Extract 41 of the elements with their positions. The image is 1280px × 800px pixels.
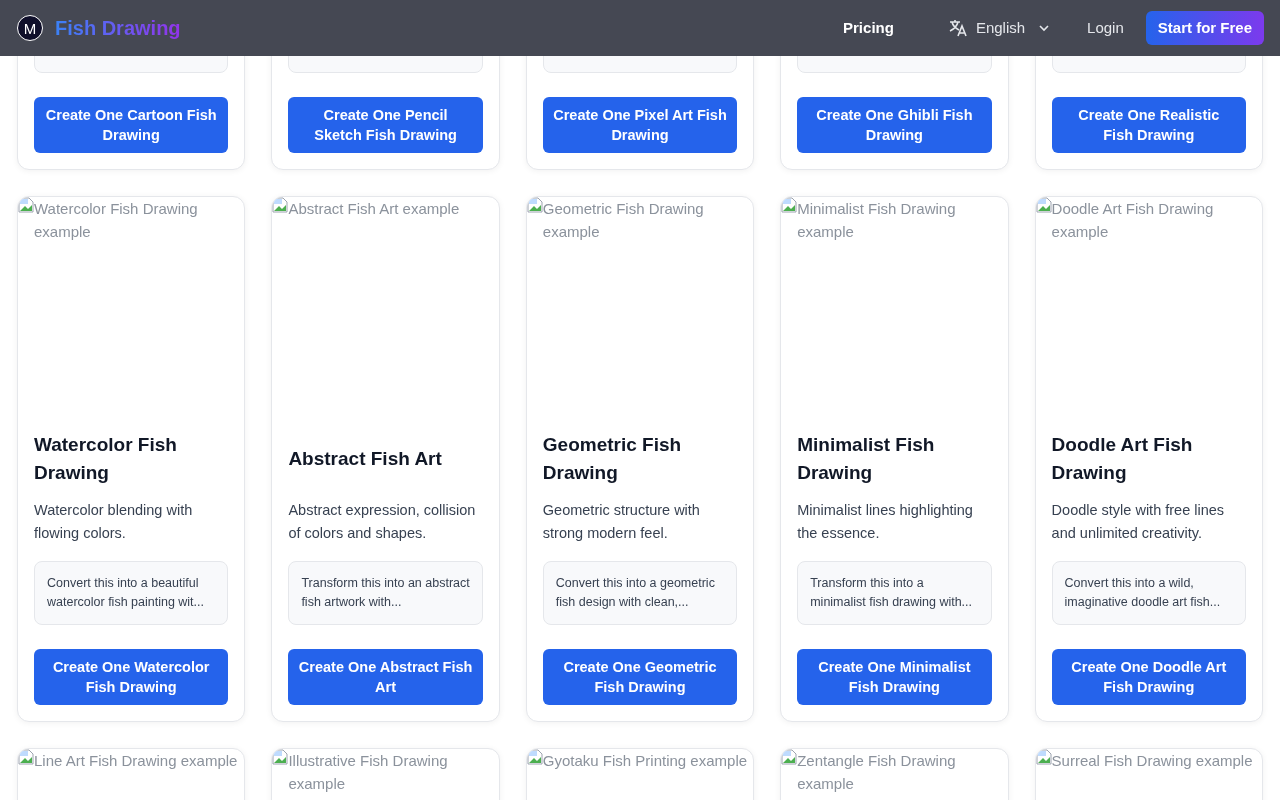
prompt-box: Convert this into a wild, imaginative doodle art fish... <box>1051 561 1246 625</box>
image-alt-text: Illustrative Fish Drawing example <box>288 751 449 794</box>
prompt-box: Convert this into a geometric fish design with clean,... <box>542 561 738 625</box>
image-alt-text: Zentangle Fish Drawing example <box>797 751 957 794</box>
prompt-box: Transform this into an abstract fish artwork with... <box>288 561 483 625</box>
login-button[interactable]: Login <box>1081 15 1130 41</box>
image-alt-text: Line Art Fish Drawing example <box>34 751 238 771</box>
card-description: Abstract expression, collision of colors and shapes. <box>288 501 477 543</box>
card-description: Watercolor blending with flowing colors. <box>34 501 194 543</box>
image-alt-text: Abstract Fish Art example <box>288 199 460 219</box>
image-alt-text: Surreal Fish Drawing example <box>1051 751 1253 771</box>
prompt-box: Convert this into a beautiful watercolor fish painting wit... <box>34 561 229 625</box>
card-title: Minimalist Fish Drawing <box>797 433 936 485</box>
logo[interactable]: M <box>17 15 43 41</box>
card-title: Abstract Fish Art <box>288 447 443 471</box>
nav-link[interactable]: Pricing <box>843 16 894 40</box>
create-button[interactable]: Create One Pencil Sketch Fish Drawing <box>288 97 483 153</box>
language-selector[interactable]: English <box>941 15 1058 41</box>
image-alt-text: Doodle Art Fish Drawing example <box>1051 199 1215 242</box>
image-alt-text: Watercolor Fish Drawing example <box>34 199 199 242</box>
create-button[interactable]: Create One Pixel Art Fish Drawing <box>542 97 738 153</box>
create-button[interactable]: Create One Abstract Fish Art <box>288 649 483 705</box>
image-alt-text: Minimalist Fish Drawing example <box>797 199 957 242</box>
create-button[interactable]: Create One Watercolor Fish Drawing <box>34 649 229 705</box>
create-button[interactable]: Create One Realistic Fish Drawing <box>1051 97 1246 153</box>
image-alt-text: Gyotaku Fish Printing example <box>542 751 748 771</box>
image-alt-text: Geometric Fish Drawing example <box>542 199 705 242</box>
create-button[interactable]: Create One Minimalist Fish Drawing <box>797 649 992 705</box>
start-button[interactable]: Start for Free <box>1145 10 1264 46</box>
card-title: Watercolor Fish Drawing <box>34 433 178 485</box>
create-button[interactable]: Create One Geometric Fish Drawing <box>542 649 738 705</box>
card-title: Doodle Art Fish Drawing <box>1051 433 1194 485</box>
card-title: Geometric Fish Drawing <box>542 433 683 485</box>
translate-icon <box>947 18 968 38</box>
prompt-box: Transform this into a minimalist fish drawing with... <box>797 561 992 625</box>
card-description: Geometric structure with strong modern feel. <box>542 501 701 543</box>
card-description: Minimalist lines highlighting the essence. <box>797 501 974 543</box>
card-description: Doodle style with free lines and unlimited creativity. <box>1051 501 1226 543</box>
create-button[interactable]: Create One Ghibli Fish Drawing <box>797 97 992 153</box>
create-button[interactable]: Create One Doodle Art Fish Drawing <box>1051 649 1246 705</box>
create-button[interactable]: Create One Cartoon Fish Drawing <box>34 97 229 153</box>
